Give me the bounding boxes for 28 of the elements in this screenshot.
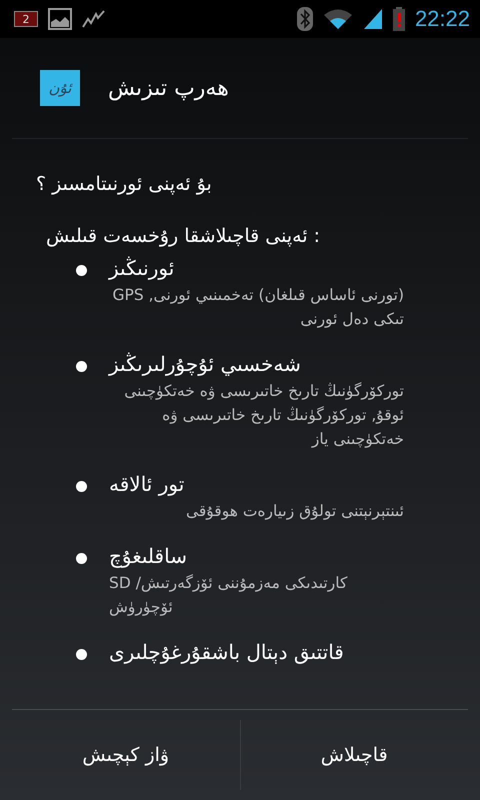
bluetooth-icon (296, 7, 313, 31)
app-icon: ئۇن (40, 70, 80, 106)
permission-title: ئورنىڭىز (109, 255, 174, 282)
permission-description: SD كارتىدىكى مەزمۇننى ئۆزگەرتىش/ ئۆچۈرۈش (109, 573, 348, 618)
battery-low-icon (392, 7, 405, 31)
dialog-title: هەرپ تىزىش (108, 76, 229, 100)
permission-description: توركۆرگۈنىڭ تارىخ خاتىرىسى ۋە خەتكۈچىنى ئوقۇ, توركۆرگۈنىڭ تارىخ خاتىرىسى ۋە خەتكۈچىنى ياز (123, 381, 404, 450)
signal-icon (362, 8, 383, 30)
bullet-icon (76, 649, 87, 660)
dialog-button[interactable]: قاچىلاش (240, 720, 468, 790)
bullet-icon (76, 265, 87, 276)
permission-title: تور ئالاقە (109, 471, 184, 498)
permission-description: ئىنتېرنېتنى تولۇق زىيارەت ھوقۇقى (184, 501, 404, 522)
permissions-heading: ئەپنى قاچىلاشقا رۇخسەت قىلىش : (46, 225, 320, 247)
install-question: بۇ ئەپنى ئورنىتامسىز ؟ (36, 173, 212, 195)
permission-title: قاتتىق دېتال باشقۇرغۇچلىرى (109, 639, 344, 666)
dialog-button[interactable]: ۋاز كېچىش (12, 720, 240, 790)
battery-badge: 2 (14, 11, 38, 27)
bullet-icon (76, 481, 87, 492)
clock: 22:22 (414, 6, 470, 32)
permission-title: شەخسىي ئۇچۇرلىرىڭىز (109, 351, 301, 378)
wifi-icon (322, 8, 353, 30)
permission-description: (تورنى ئاساس قىلغان) تەخمىنىي ئورنى, GPS تىكى دەل ئورنى (111, 285, 404, 330)
bullet-icon (76, 553, 87, 564)
bullet-icon (76, 361, 87, 372)
picture-icon (48, 8, 72, 30)
permission-title: ساقلىغۇچ (109, 543, 187, 570)
activity-icon (82, 9, 106, 29)
